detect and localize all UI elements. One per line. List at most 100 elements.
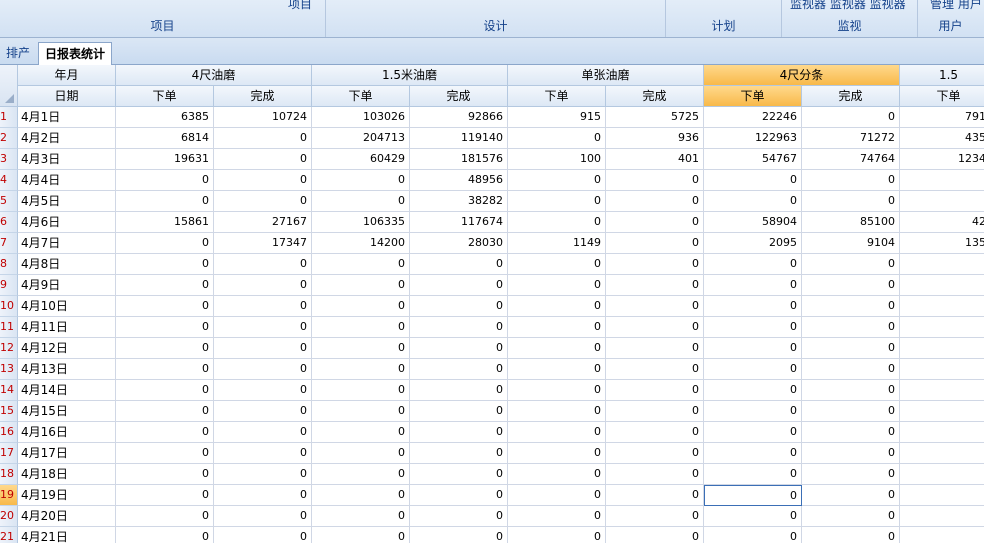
value-cell[interactable]: 0 bbox=[802, 401, 900, 422]
tab-daily-report[interactable]: 日报表统计 bbox=[38, 42, 113, 65]
value-cell[interactable]: 0 bbox=[508, 275, 606, 296]
value-cell[interactable]: 92866 bbox=[410, 107, 508, 128]
value-cell[interactable]: 0 bbox=[214, 254, 312, 275]
value-cell[interactable]: 915 bbox=[508, 107, 606, 128]
row-header[interactable]: 10 bbox=[0, 296, 18, 317]
value-cell[interactable]: 0 bbox=[410, 317, 508, 338]
value-cell[interactable]: 0 bbox=[802, 359, 900, 380]
value-cell[interactable]: 0 bbox=[312, 254, 410, 275]
value-cell[interactable]: 0 bbox=[802, 338, 900, 359]
value-cell[interactable]: 0 bbox=[802, 107, 900, 128]
value-cell[interactable]: 0 bbox=[606, 380, 704, 401]
date-cell[interactable]: 4月21日 bbox=[18, 527, 116, 543]
value-cell[interactable]: 0 bbox=[802, 380, 900, 401]
value-cell[interactable]: 0 bbox=[508, 422, 606, 443]
value-cell[interactable]: 0 bbox=[802, 191, 900, 212]
value-cell[interactable] bbox=[900, 401, 984, 422]
value-cell[interactable]: 0 bbox=[214, 275, 312, 296]
value-cell[interactable]: 0 bbox=[312, 485, 410, 506]
value-cell[interactable]: 0 bbox=[606, 443, 704, 464]
value-cell[interactable]: 106335 bbox=[312, 212, 410, 233]
value-cell[interactable]: 0 bbox=[508, 506, 606, 527]
date-cell[interactable]: 4月20日 bbox=[18, 506, 116, 527]
value-cell[interactable]: 0 bbox=[704, 317, 802, 338]
value-cell[interactable]: 0 bbox=[802, 464, 900, 485]
date-cell[interactable]: 4月8日 bbox=[18, 254, 116, 275]
column-group-header[interactable]: 单张油磨 bbox=[508, 65, 704, 86]
value-cell[interactable] bbox=[900, 254, 984, 275]
value-cell[interactable]: 0 bbox=[606, 275, 704, 296]
row-header[interactable]: 3 bbox=[0, 149, 18, 170]
value-cell[interactable]: 0 bbox=[214, 401, 312, 422]
row-header[interactable]: 20 bbox=[0, 506, 18, 527]
value-cell[interactable]: 19631 bbox=[116, 149, 214, 170]
value-cell[interactable]: 0 bbox=[704, 275, 802, 296]
value-cell[interactable]: 0 bbox=[508, 443, 606, 464]
value-cell[interactable]: 0 bbox=[214, 170, 312, 191]
value-cell[interactable]: 0 bbox=[214, 380, 312, 401]
value-cell[interactable]: 17347 bbox=[214, 233, 312, 254]
value-cell[interactable]: 0 bbox=[312, 296, 410, 317]
column-header[interactable]: 下单 bbox=[508, 86, 606, 107]
date-cell[interactable]: 4月7日 bbox=[18, 233, 116, 254]
value-cell[interactable]: 0 bbox=[410, 464, 508, 485]
value-cell[interactable]: 0 bbox=[606, 422, 704, 443]
value-cell[interactable]: 14200 bbox=[312, 233, 410, 254]
column-header[interactable]: 下单 bbox=[704, 86, 802, 107]
row-header[interactable]: 21 bbox=[0, 527, 18, 543]
column-header[interactable]: 完成 bbox=[214, 86, 312, 107]
value-cell[interactable]: 0 bbox=[214, 443, 312, 464]
value-cell[interactable]: 0 bbox=[606, 527, 704, 543]
value-cell[interactable]: 0 bbox=[312, 170, 410, 191]
value-cell[interactable]: 0 bbox=[116, 485, 214, 506]
value-cell[interactable]: 204713 bbox=[312, 128, 410, 149]
row-header[interactable]: 19 bbox=[0, 485, 18, 506]
date-cell[interactable]: 4月14日 bbox=[18, 380, 116, 401]
value-cell[interactable]: 0 bbox=[214, 527, 312, 543]
row-header[interactable]: 1 bbox=[0, 107, 18, 128]
date-cell[interactable]: 4月18日 bbox=[18, 464, 116, 485]
value-cell[interactable]: 5725 bbox=[606, 107, 704, 128]
value-cell[interactable]: 0 bbox=[508, 527, 606, 543]
value-cell[interactable]: 0 bbox=[410, 338, 508, 359]
value-cell[interactable]: 0 bbox=[704, 359, 802, 380]
value-cell[interactable]: 0 bbox=[410, 506, 508, 527]
value-cell[interactable]: 0 bbox=[508, 212, 606, 233]
value-cell[interactable]: 122963 bbox=[704, 128, 802, 149]
value-cell[interactable] bbox=[900, 338, 984, 359]
value-cell[interactable]: 0 bbox=[312, 401, 410, 422]
row-header[interactable]: 6 bbox=[0, 212, 18, 233]
select-all-corner[interactable] bbox=[0, 65, 18, 107]
value-cell[interactable]: 0 bbox=[704, 443, 802, 464]
value-cell[interactable]: 0 bbox=[312, 317, 410, 338]
value-cell[interactable]: 0 bbox=[410, 296, 508, 317]
value-cell[interactable]: 0 bbox=[116, 359, 214, 380]
date-cell[interactable]: 4月5日 bbox=[18, 191, 116, 212]
column-header[interactable]: 下单 bbox=[116, 86, 214, 107]
value-cell[interactable]: 0 bbox=[116, 254, 214, 275]
column-header[interactable]: 完成 bbox=[410, 86, 508, 107]
value-cell[interactable]: 0 bbox=[312, 359, 410, 380]
value-cell[interactable]: 0 bbox=[312, 506, 410, 527]
value-cell[interactable]: 0 bbox=[704, 254, 802, 275]
value-cell[interactable]: 103026 bbox=[312, 107, 410, 128]
value-cell[interactable]: 54767 bbox=[704, 149, 802, 170]
value-cell[interactable]: 0 bbox=[214, 149, 312, 170]
value-cell[interactable]: 0 bbox=[802, 506, 900, 527]
date-cell[interactable]: 4月13日 bbox=[18, 359, 116, 380]
value-cell[interactable]: 0 bbox=[508, 359, 606, 380]
value-cell[interactable]: 28030 bbox=[410, 233, 508, 254]
value-cell[interactable]: 0 bbox=[802, 317, 900, 338]
column-header[interactable]: 完成 bbox=[606, 86, 704, 107]
value-cell[interactable]: 0 bbox=[116, 170, 214, 191]
value-cell[interactable]: 0 bbox=[606, 191, 704, 212]
value-cell[interactable]: 74764 bbox=[802, 149, 900, 170]
value-cell[interactable]: 0 bbox=[214, 359, 312, 380]
value-cell[interactable]: 0 bbox=[410, 275, 508, 296]
value-cell[interactable]: 0 bbox=[802, 422, 900, 443]
value-cell[interactable]: 0 bbox=[704, 464, 802, 485]
date-cell[interactable]: 4月19日 bbox=[18, 485, 116, 506]
value-cell[interactable]: 0 bbox=[116, 443, 214, 464]
value-cell[interactable]: 0 bbox=[802, 170, 900, 191]
value-cell[interactable]: 0 bbox=[116, 527, 214, 543]
